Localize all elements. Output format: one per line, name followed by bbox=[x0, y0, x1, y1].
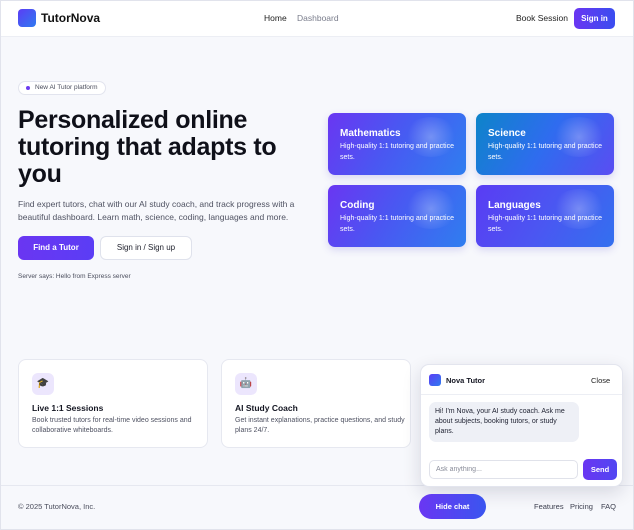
nav-dashboard-link[interactable]: Dashboard bbox=[297, 13, 339, 23]
logo-icon bbox=[18, 9, 36, 27]
subject-card-title: Coding bbox=[340, 200, 375, 211]
sign-in-button[interactable]: Sign in bbox=[574, 8, 615, 29]
feature-desc: Get instant explanations, practice quest… bbox=[235, 417, 405, 434]
chat-title: Nova Tutor bbox=[446, 376, 486, 385]
subject-card-desc: High-quality 1:1 tutoring and practice s… bbox=[340, 215, 455, 233]
chat-close-button[interactable]: Close bbox=[591, 376, 610, 385]
badge-label: New AI Tutor platform bbox=[35, 84, 98, 91]
footer-link-pricing[interactable]: Pricing bbox=[570, 502, 593, 511]
subject-card-coding[interactable]: Coding High-quality 1:1 tutoring and pra… bbox=[328, 185, 466, 247]
feature-title: AI Study Coach bbox=[235, 403, 298, 413]
badge-dot-icon bbox=[26, 86, 30, 90]
server-message: Server says: Hello from Express server bbox=[18, 273, 131, 280]
subject-card-mathematics[interactable]: Mathematics High-quality 1:1 tutoring an… bbox=[328, 113, 466, 175]
chat-input[interactable] bbox=[429, 460, 578, 479]
brand-name[interactable]: TutorNova bbox=[41, 11, 100, 25]
robot-icon: 🤖 bbox=[235, 373, 257, 395]
book-session-link[interactable]: Book Session bbox=[516, 13, 568, 23]
subject-card-desc: High-quality 1:1 tutoring and practice s… bbox=[488, 143, 603, 161]
subject-card-title: Science bbox=[488, 128, 526, 139]
chat-send-button[interactable]: Send bbox=[583, 459, 617, 480]
subject-card-languages[interactable]: Languages High-quality 1:1 tutoring and … bbox=[476, 185, 614, 247]
subject-card-science[interactable]: Science High-quality 1:1 tutoring and pr… bbox=[476, 113, 614, 175]
sign-in-sign-up-button[interactable]: Sign in / Sign up bbox=[100, 236, 192, 260]
hide-chat-button[interactable]: Hide chat bbox=[419, 494, 486, 519]
find-tutor-button[interactable]: Find a Tutor bbox=[18, 236, 94, 260]
chat-logo-icon bbox=[429, 374, 441, 386]
subject-card-desc: High-quality 1:1 tutoring and practice s… bbox=[340, 143, 455, 161]
chat-header: Nova Tutor Close bbox=[421, 365, 622, 395]
chat-panel: Nova Tutor Close Hi! I'm Nova, your AI s… bbox=[420, 364, 623, 487]
feature-card-ai-coach: 🤖 AI Study Coach Get instant explanation… bbox=[221, 359, 411, 448]
top-nav-bar: TutorNova Home Dashboard Book Session Si… bbox=[0, 0, 634, 37]
feature-card-live-sessions: 🎓 Live 1:1 Sessions Book trusted tutors … bbox=[18, 359, 208, 448]
new-platform-badge: New AI Tutor platform bbox=[18, 81, 106, 95]
chat-message-bubble: Hi! I'm Nova, your AI study coach. Ask m… bbox=[429, 402, 579, 442]
feature-desc: Book trusted tutors for real-time video … bbox=[32, 417, 192, 434]
subject-card-title: Mathematics bbox=[340, 128, 401, 139]
subject-card-title: Languages bbox=[488, 200, 541, 211]
hero-subtitle: Find expert tutors, chat with our AI stu… bbox=[18, 199, 295, 222]
graduation-cap-icon: 🎓 bbox=[32, 373, 54, 395]
footer-link-faq[interactable]: FAQ bbox=[601, 502, 616, 511]
footer-copyright: © 2025 TutorNova, Inc. bbox=[18, 502, 96, 511]
footer-link-features[interactable]: Features bbox=[534, 502, 564, 511]
hero-title: Personalized online tutoring that adapts… bbox=[18, 106, 277, 188]
subject-card-desc: High-quality 1:1 tutoring and practice s… bbox=[488, 215, 603, 233]
nav-home-link[interactable]: Home bbox=[264, 13, 287, 23]
feature-title: Live 1:1 Sessions bbox=[32, 403, 104, 413]
